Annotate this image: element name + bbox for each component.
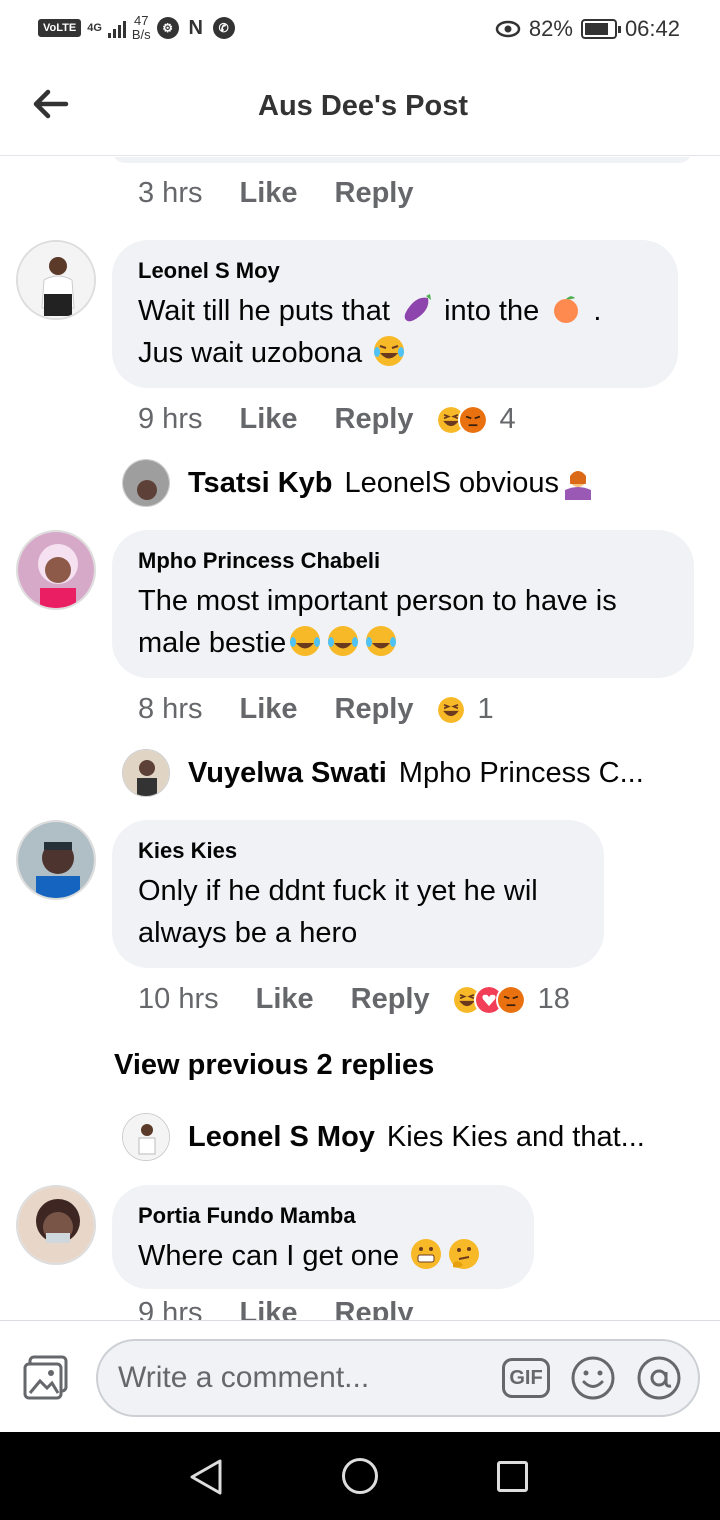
reply-button[interactable]: Reply [335, 693, 414, 726]
commenter-name[interactable]: Kies Kies [138, 838, 578, 864]
tears-of-joy-icon [328, 626, 359, 656]
vpn-icon: ⚙ [156, 17, 179, 39]
peach-icon [554, 296, 579, 323]
thinking-face-icon [449, 1239, 480, 1269]
photo-icon[interactable] [22, 1355, 70, 1401]
nfc-icon: N [184, 17, 207, 39]
comment-time: 3 hrs [138, 177, 203, 209]
reply-button[interactable]: Reply [335, 177, 414, 210]
battery-icon [580, 19, 621, 39]
avatar[interactable] [16, 240, 96, 320]
tears-of-joy-icon [374, 336, 405, 366]
reply-button[interactable]: Reply [351, 983, 430, 1016]
reply-text: LeonelS obvious [344, 466, 559, 499]
battery-percent: 82% [528, 16, 573, 41]
avatar[interactable] [122, 459, 170, 507]
page-title: Aus Dee's Post [258, 90, 468, 122]
eye-comfort-icon [495, 20, 521, 38]
haha-icon [435, 694, 466, 725]
nav-back-icon[interactable] [188, 1458, 224, 1496]
comment-time: 9 hrs [138, 1297, 203, 1320]
signal-strength-icon [107, 18, 126, 38]
comment-meta: 9 hrs Like Reply [138, 1297, 414, 1320]
reply-button[interactable]: Reply [335, 403, 414, 436]
avatar[interactable] [122, 1113, 170, 1161]
data-speed: 47 B/s [131, 13, 151, 42]
like-button[interactable]: Like [239, 1297, 297, 1320]
reaction-summary[interactable]: 4 [435, 403, 516, 436]
gif-button[interactable]: GIF [502, 1358, 550, 1398]
volte-badge: VoLTE [38, 19, 82, 37]
view-previous-replies-link[interactable]: View previous 2 replies [114, 1049, 434, 1082]
like-button[interactable]: Like [256, 983, 314, 1016]
reply-preview[interactable]: Vuyelwa Swati Mpho Princess C... [122, 749, 644, 797]
tears-of-joy-icon [290, 626, 321, 656]
like-button[interactable]: Like [239, 693, 297, 726]
avatar[interactable] [16, 1185, 96, 1265]
grimacing-face-icon [411, 1239, 442, 1269]
reaction-count: 18 [537, 983, 570, 1015]
comment-composer: Write a comment... GIF [0, 1320, 720, 1432]
previous-comment-bubble [112, 157, 692, 163]
reaction-summary[interactable]: 18 [451, 983, 570, 1016]
shrug-woman-icon [564, 471, 591, 500]
reply-button[interactable]: Reply [335, 1297, 414, 1320]
comment-meta: 8 hrs Like Reply 1 [138, 693, 494, 726]
comment-meta: 9 hrs Like Reply 4 [138, 403, 516, 436]
comment-text: Where can I get one [138, 1235, 508, 1277]
comment-bubble[interactable]: Portia Fundo Mamba Where can I get one [112, 1185, 534, 1289]
reaction-summary[interactable]: 1 [435, 693, 494, 726]
comment-time: 10 hrs [138, 983, 219, 1015]
angry-icon [457, 404, 488, 435]
reply-text: Kies Kies and that... [386, 1120, 645, 1153]
reply-author-name[interactable]: Tsatsi Kyb [188, 467, 333, 500]
status-bar: VoLTE 4G 47 B/s ⚙ N ✆ 82% 06:42 [0, 0, 720, 62]
reaction-count: 4 [499, 403, 516, 435]
comment-text: Only if he ddnt fuck it yet he wil alway… [138, 875, 538, 949]
system-nav-bar [0, 1432, 720, 1520]
commenter-name[interactable]: Portia Fundo Mamba [138, 1203, 508, 1229]
nav-home-icon[interactable] [342, 1458, 378, 1494]
eggplant-icon [404, 294, 432, 322]
comment-time: 9 hrs [138, 403, 203, 435]
tears-of-joy-icon [366, 626, 397, 656]
mention-icon[interactable] [636, 1355, 682, 1401]
signal-type: 4G [87, 21, 102, 34]
reply-preview[interactable]: Leonel S Moy Kies Kies and that... [122, 1113, 645, 1161]
avatar[interactable] [16, 530, 96, 610]
comments-feed[interactable]: 3 hrs Like Reply Leonel S Moy Wait till … [0, 157, 720, 1320]
commenter-name[interactable]: Leonel S Moy [138, 258, 652, 284]
comment-bubble[interactable]: Mpho Princess Chabeli The most important… [112, 530, 694, 678]
reaction-count: 1 [477, 693, 494, 725]
emoji-icon[interactable] [570, 1355, 616, 1401]
comment-meta: 3 hrs Like Reply [138, 177, 414, 210]
like-button[interactable]: Like [239, 177, 297, 210]
avatar[interactable] [122, 749, 170, 797]
comment-input-placeholder: Write a comment... [118, 1361, 370, 1394]
post-header: Aus Dee's Post [0, 62, 720, 156]
reply-preview[interactable]: Tsatsi Kyb LeonelS obvious [122, 459, 597, 507]
commenter-name[interactable]: Mpho Princess Chabeli [138, 548, 668, 574]
reply-text: Mpho Princess C... [398, 756, 644, 789]
reply-author-name[interactable]: Leonel S Moy [188, 1121, 375, 1154]
clock: 06:42 [624, 16, 680, 41]
comment-text: Wait till he puts that into the . Jus wa… [138, 290, 652, 374]
whatsapp-icon: ✆ [212, 17, 235, 39]
comment-text: The most important person to have is mal… [138, 585, 617, 659]
comment-input[interactable]: Write a comment... GIF [96, 1339, 700, 1417]
comment-time: 8 hrs [138, 693, 203, 725]
like-button[interactable]: Like [239, 403, 297, 436]
comment-bubble[interactable]: Leonel S Moy Wait till he puts that into… [112, 240, 678, 388]
comment-meta: 10 hrs Like Reply 18 [138, 983, 570, 1016]
avatar[interactable] [16, 820, 96, 900]
comment-bubble[interactable]: Kies Kies Only if he ddnt fuck it yet he… [112, 820, 604, 968]
angry-icon [495, 984, 526, 1015]
nav-recents-icon[interactable] [497, 1461, 528, 1492]
reply-author-name[interactable]: Vuyelwa Swati [188, 757, 387, 790]
